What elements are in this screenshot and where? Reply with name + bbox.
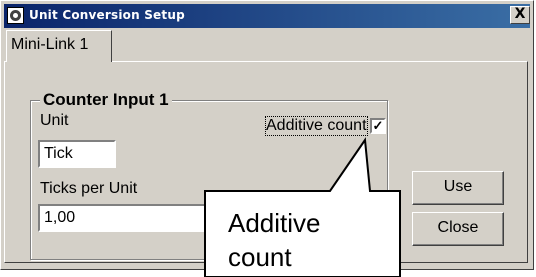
unit-input[interactable]: Tick: [38, 140, 116, 168]
additive-count-checkbox[interactable]: ✓: [370, 118, 386, 134]
ticks-per-unit-input[interactable]: 1,00: [38, 204, 228, 232]
close-window-button[interactable]: X: [510, 6, 530, 24]
callout-line-1: Additive: [228, 208, 321, 238]
callout-line-2: count: [228, 242, 292, 272]
ticks-per-unit-label: Ticks per Unit: [40, 180, 138, 197]
window-title: Unit Conversion Setup: [29, 8, 185, 22]
additive-count-label[interactable]: Additive count: [265, 116, 368, 136]
callout-text: Additive count: [228, 206, 321, 274]
close-button[interactable]: Close: [412, 212, 504, 246]
use-button[interactable]: Use: [412, 171, 504, 205]
group-title: Counter Input 1: [40, 90, 172, 110]
tab-mini-link-1[interactable]: Mini-Link 1: [6, 30, 112, 62]
title-bar[interactable]: Unit Conversion Setup X: [4, 4, 530, 28]
app-icon: [7, 7, 24, 24]
unit-label: Unit: [40, 112, 69, 129]
